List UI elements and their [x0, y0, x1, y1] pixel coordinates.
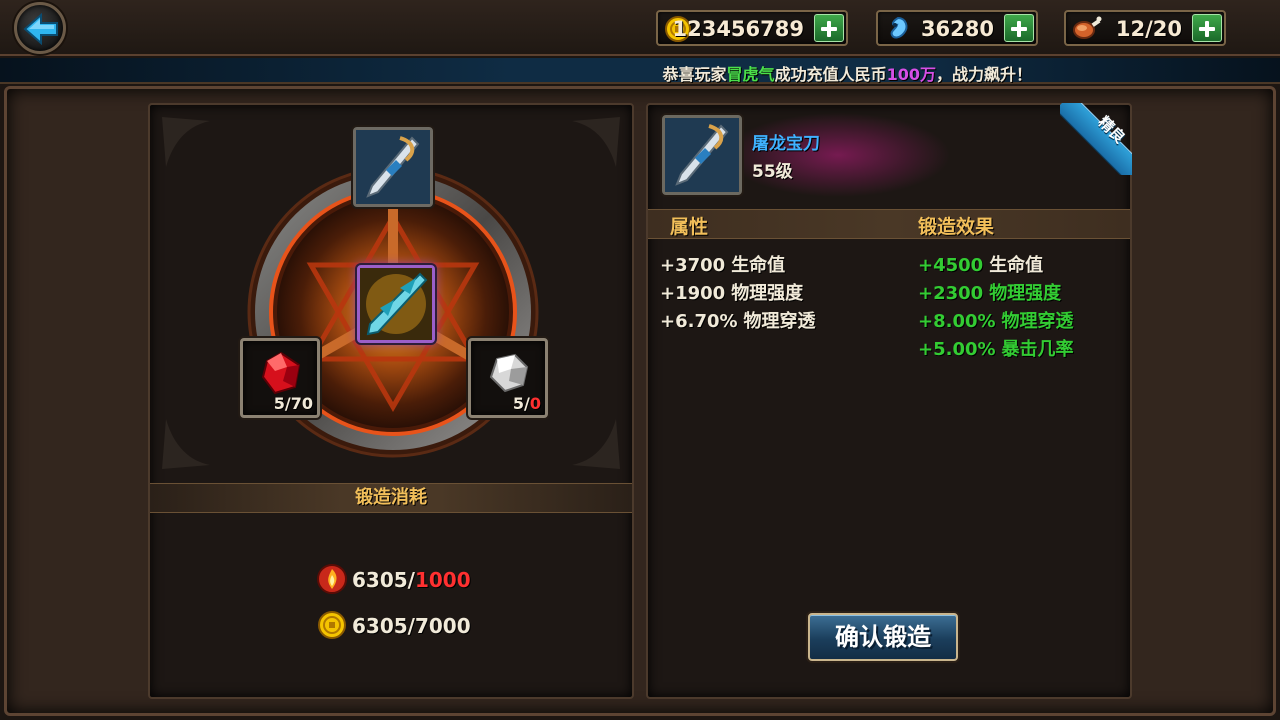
forge-effect-title: 锻造效果: [918, 216, 995, 238]
banner-middle: 成功充值人民币: [774, 65, 887, 84]
silver-ore-icon: [489, 353, 529, 393]
gold-have: 6305/: [352, 614, 415, 638]
material-slot-red-gem[interactable]: 5/70: [240, 338, 320, 418]
attribute-header: 属性 锻造效果: [648, 209, 1130, 239]
forged-stat: +4500 生命值: [918, 255, 1044, 276]
banner-suffix: ，战力飙升！: [935, 65, 1032, 84]
attribute-title: 属性: [670, 216, 709, 238]
corner-ornament: [162, 419, 210, 469]
forge-panel: 5/70 5/0 锻造消耗 6305/1000 6305/7000: [148, 103, 634, 699]
base-stat: +1900 物理强度: [660, 283, 804, 304]
banner-amount: 100万: [886, 65, 936, 84]
confirm-forge-button[interactable]: 确认锻造: [808, 613, 958, 661]
corner-ornament: [572, 117, 620, 167]
confirm-forge-label: 确认锻造: [835, 623, 931, 651]
soul-value: 36280: [920, 17, 994, 41]
add-stamina-button[interactable]: [1192, 14, 1222, 42]
sword-blade-icon: [356, 130, 430, 204]
material-count-silver-ore: 5/0: [512, 394, 541, 413]
add-soul-button[interactable]: [1004, 14, 1034, 42]
gold-coin-icon: [318, 611, 346, 639]
material-count-red-gem: 5/70: [273, 394, 313, 413]
fire-essence-have: 6305/: [352, 568, 415, 592]
stamina-counter: 12/20: [1064, 10, 1226, 46]
add-gold-button[interactable]: [814, 14, 844, 42]
item-icon-slot[interactable]: [662, 115, 742, 195]
item-level: 55级: [752, 162, 793, 182]
back-arrow-icon: [23, 13, 58, 45]
corner-ornament: [162, 117, 210, 167]
crystal-sword-icon: [360, 268, 432, 340]
blue-soul-icon: [890, 16, 908, 39]
soul-counter: 36280: [876, 10, 1038, 46]
gold-need: 7000: [414, 614, 471, 638]
banner-prefix: 恭喜玩家: [662, 65, 727, 84]
item-info-panel: 屠龙宝刀 55级 精良 属性 锻造效果 +3700 生命值 +1900 物理强度 +…: [646, 103, 1132, 699]
result-item-slot[interactable]: [357, 265, 435, 343]
base-stat: +6.70% 物理穿透: [660, 311, 816, 332]
fire-essence-need: 1000: [414, 568, 471, 592]
gold-value: 123456789: [672, 17, 804, 41]
top-bar: 123456789 36280 12/20: [0, 0, 1280, 56]
forged-stat: +5.00% 暴击几率: [918, 339, 1074, 360]
forge-cost-title: 锻造消耗: [355, 487, 427, 508]
corner-ornament: [572, 419, 620, 469]
stamina-value: 12/20: [1115, 17, 1182, 41]
item-header: 屠龙宝刀 55级 精良: [648, 103, 1132, 209]
banner-player-name: 冒虎气: [726, 65, 775, 84]
quality-ribbon: 精良: [1060, 103, 1132, 175]
red-gem-icon: [261, 351, 301, 395]
gold-counter: 123456789: [656, 10, 848, 46]
item-name: 屠龙宝刀: [752, 134, 820, 154]
fire-essence-icon: [317, 564, 347, 594]
material-slot-silver-ore[interactable]: 5/0: [468, 338, 548, 418]
forged-stat: +8.00% 物理穿透: [918, 311, 1074, 332]
sword-blade-icon: [665, 118, 739, 192]
forge-cost-header: 锻造消耗: [150, 483, 632, 513]
announcement-banner: 恭喜玩家冒虎气成功充值人民币100万，战力飙升！: [0, 58, 1280, 84]
meat-drumstick-icon: [1073, 16, 1102, 39]
announcement-text: 恭喜玩家冒虎气成功充值人民币100万，战力飙升！: [663, 61, 1032, 85]
target-item-slot[interactable]: [353, 127, 433, 207]
forged-stat: +2300 物理强度: [918, 283, 1062, 304]
base-stat: +3700 生命值: [660, 255, 786, 276]
back-button[interactable]: [14, 2, 66, 54]
